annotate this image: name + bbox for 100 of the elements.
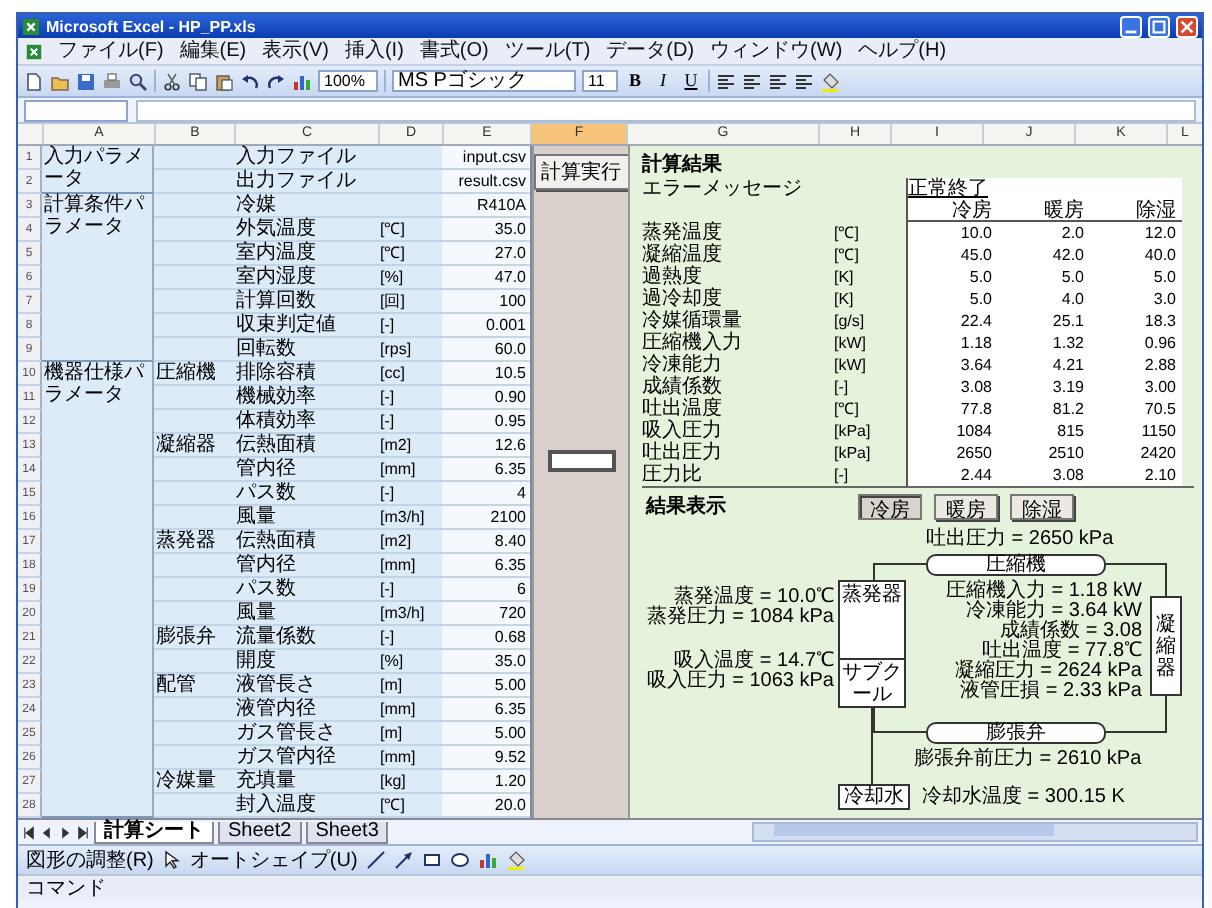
sheet-tab[interactable]: Sheet2 [218, 821, 302, 843]
align-icon[interactable] [794, 71, 814, 91]
parameter-name: 外気温度 [234, 218, 378, 242]
parameter-value[interactable]: 1.20 [442, 770, 530, 794]
parameter-value[interactable]: 35.0 [442, 218, 530, 242]
paste-icon[interactable] [214, 71, 234, 91]
autoshape-menu[interactable]: オートシェイプ(U) [189, 846, 358, 874]
document-icon[interactable] [26, 43, 42, 59]
open-folder-icon[interactable] [50, 71, 70, 91]
menu-item[interactable]: 編集(E) [179, 39, 247, 63]
bold-button[interactable]: B [624, 70, 646, 92]
chart-icon[interactable] [477, 850, 498, 870]
last-sheet-icon[interactable] [76, 825, 90, 839]
search-icon[interactable] [128, 71, 148, 91]
draw-menu[interactable]: 図形の調整(R) [26, 846, 154, 874]
parameter-value[interactable]: 6.35 [442, 554, 530, 578]
align-icon[interactable] [716, 71, 736, 91]
unit-label: [-] [834, 376, 851, 398]
save-icon[interactable] [76, 71, 96, 91]
parameter-value[interactable]: 20.0 [442, 794, 530, 818]
parameter-value[interactable]: 720 [442, 602, 530, 626]
ellipse-icon[interactable] [449, 850, 470, 870]
sheet-tab[interactable]: Sheet3 [305, 821, 389, 843]
result-value: 2420 [1090, 442, 1182, 464]
menu-item[interactable]: 書式(O) [419, 39, 489, 63]
parameter-value[interactable]: 0.68 [442, 626, 530, 650]
new-file-icon[interactable] [24, 71, 44, 91]
parameter-value[interactable]: 12.6 [442, 434, 530, 458]
parameter-value[interactable]: 47.0 [442, 266, 530, 290]
parameter-value[interactable]: 5.00 [442, 722, 530, 746]
parameter-value[interactable]: 6 [442, 578, 530, 602]
parameter-value[interactable]: 9.52 [442, 746, 530, 770]
font-size-field[interactable]: 11 [582, 70, 618, 92]
close-icon[interactable] [1176, 15, 1198, 37]
arrow-icon[interactable] [393, 850, 414, 870]
cut-icon[interactable] [162, 71, 182, 91]
menu-item[interactable]: データ(D) [606, 39, 695, 63]
column-heading: 除湿 [1090, 200, 1182, 222]
parameter-value[interactable]: result.csv [442, 170, 530, 194]
align-icon[interactable] [768, 71, 788, 91]
parameter-value[interactable]: 0.001 [442, 314, 530, 338]
print-icon[interactable] [102, 71, 122, 91]
mode-button[interactable]: 冷房 [858, 494, 922, 520]
menu-item[interactable]: ヘルプ(H) [858, 39, 947, 63]
fill-color-icon[interactable] [820, 71, 840, 91]
menu-item[interactable]: ウィンドウ(W) [710, 39, 843, 63]
sheet-tab[interactable]: 計算シート [94, 821, 214, 843]
undo-icon[interactable] [240, 71, 260, 91]
result-value: 2.88 [1090, 354, 1182, 376]
pointer-icon[interactable] [161, 850, 182, 870]
parameter-value[interactable]: 100 [442, 290, 530, 314]
run-button[interactable]: 計算実行 [533, 154, 629, 190]
results-title: 計算結果 [642, 154, 724, 178]
mode-button[interactable]: 除湿 [1010, 494, 1074, 520]
parameter-value[interactable]: 27.0 [442, 242, 530, 266]
menu-item[interactable]: 表示(V) [262, 39, 329, 63]
maximize-icon[interactable] [1148, 15, 1170, 37]
zoom-field[interactable]: 100% [318, 70, 378, 92]
mode-button[interactable]: 暖房 [934, 494, 998, 520]
parameter-value[interactable]: 60.0 [442, 338, 530, 362]
rectangle-icon[interactable] [421, 850, 442, 870]
parameter-name: 液管内径 [234, 698, 378, 722]
parameter-value[interactable]: 0.95 [442, 410, 530, 434]
line-icon[interactable] [365, 850, 386, 870]
menu-item[interactable]: 挿入(I) [344, 39, 404, 63]
column-heading: 暖房 [998, 200, 1090, 222]
menu-item[interactable]: ツール(T) [504, 39, 591, 63]
group-label: 圧縮機 [154, 362, 234, 386]
align-icon[interactable] [742, 71, 762, 91]
parameter-value[interactable]: 0.90 [442, 386, 530, 410]
parameter-value[interactable]: 5.00 [442, 674, 530, 698]
parameter-value[interactable]: R410A [442, 194, 530, 218]
parameter-value[interactable]: 6.35 [442, 698, 530, 722]
fill-color-icon[interactable] [505, 850, 526, 870]
parameter-name: 計算回数 [234, 290, 378, 314]
chart-icon[interactable] [292, 71, 312, 91]
previous-sheet-icon[interactable] [40, 825, 54, 839]
parameter-value[interactable]: 35.0 [442, 650, 530, 674]
scroll-thumb[interactable] [774, 824, 1055, 836]
menu-item[interactable]: ファイル(F) [58, 39, 164, 63]
parameter-value[interactable]: 2100 [442, 506, 530, 530]
parameter-value[interactable]: 4 [442, 482, 530, 506]
italic-button[interactable]: I [652, 70, 674, 92]
parameter-value[interactable]: 8.40 [442, 530, 530, 554]
horizontal-scrollbar[interactable] [752, 822, 1198, 842]
result-value: 5.0 [1090, 266, 1182, 288]
font-field[interactable]: MS Pゴシック [392, 70, 576, 92]
result-value: 2650 [906, 442, 998, 464]
formula-field[interactable] [136, 99, 1196, 121]
copy-icon[interactable] [188, 71, 208, 91]
next-sheet-icon[interactable] [58, 825, 72, 839]
underline-button[interactable]: U [680, 70, 702, 92]
first-sheet-icon[interactable] [22, 825, 36, 839]
parameter-name: 冷媒 [234, 194, 378, 218]
status-text: 正常終了 [906, 178, 1182, 200]
parameter-value[interactable]: input.csv [442, 146, 530, 170]
redo-icon[interactable] [266, 71, 286, 91]
parameter-value[interactable]: 6.35 [442, 458, 530, 482]
parameter-value[interactable]: 10.5 [442, 362, 530, 386]
minimize-icon[interactable] [1120, 15, 1142, 37]
